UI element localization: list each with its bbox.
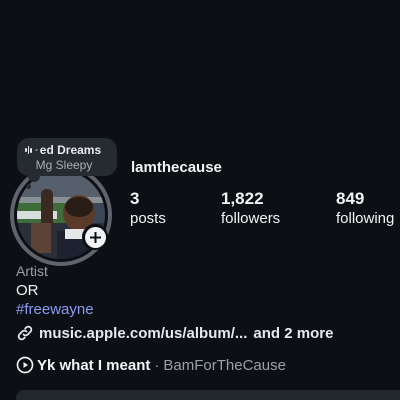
followers-count: 1,822 xyxy=(221,189,264,208)
bottom-panel-edge xyxy=(16,390,400,400)
note-tail xyxy=(28,170,40,182)
music-separator: · xyxy=(154,356,160,374)
profile-category: Artist xyxy=(16,263,48,279)
following-count: 849 xyxy=(336,189,365,208)
note-artist: Mg Sleepy xyxy=(35,158,93,172)
add-story-button[interactable] xyxy=(82,224,108,250)
audio-wave-icon xyxy=(25,145,32,155)
bio-hashtag[interactable]: #freewayne xyxy=(16,301,94,318)
stat-posts[interactable]: 3 posts xyxy=(130,189,166,228)
play-circle-icon xyxy=(16,356,34,374)
stat-following[interactable]: 849 following xyxy=(336,189,394,228)
profile-music-row[interactable]: Yk what I meant · BamForTheCause xyxy=(16,356,286,374)
bio-text: OR xyxy=(16,282,39,299)
bio-link-row[interactable]: music.apple.com/us/album/... and 2 more xyxy=(16,324,333,342)
bio-link[interactable]: music.apple.com/us/album/... xyxy=(39,325,247,342)
profile-screen: · ed Dreams Mg Sleepy lamthecause 3 post… xyxy=(0,0,400,400)
note-song-title: ed Dreams xyxy=(39,143,102,157)
posts-label: posts xyxy=(130,210,166,227)
plus-icon xyxy=(84,226,106,248)
note-tail-dot xyxy=(26,184,31,189)
stat-followers[interactable]: 1,822 followers xyxy=(221,189,280,228)
bio-link-more[interactable]: and 2 more xyxy=(253,325,333,342)
username: lamthecause xyxy=(131,159,222,176)
music-song-title: Yk what I meant xyxy=(37,356,151,374)
link-icon xyxy=(17,325,33,341)
posts-count: 3 xyxy=(130,189,140,208)
following-label: following xyxy=(336,210,395,227)
music-artist: BamForTheCause xyxy=(163,356,286,374)
followers-label: followers xyxy=(221,210,281,227)
